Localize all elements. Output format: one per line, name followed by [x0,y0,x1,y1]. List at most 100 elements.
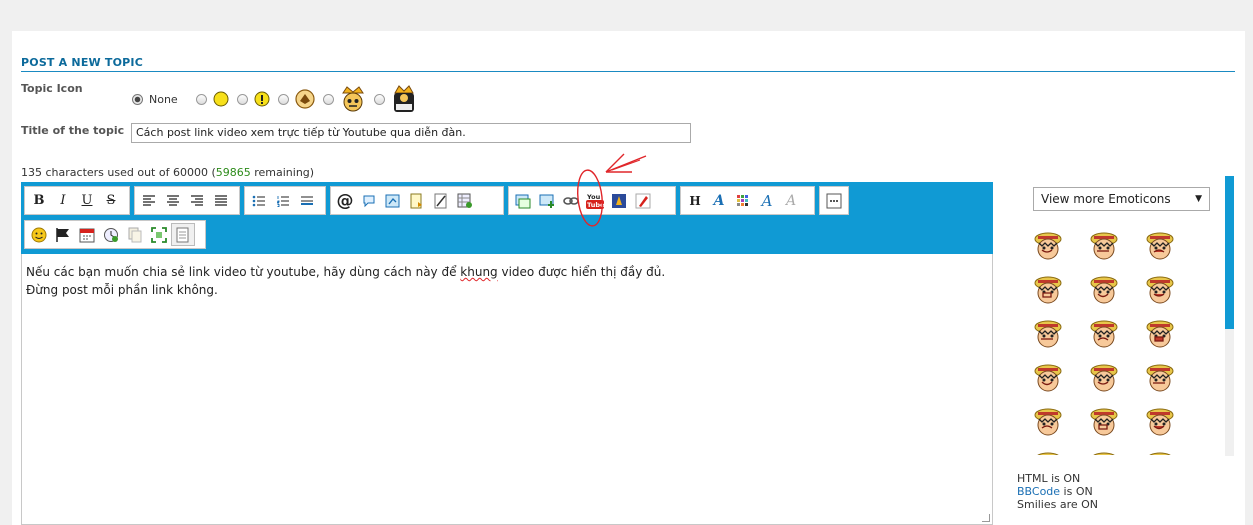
emoticon-icon[interactable] [27,223,51,246]
toolbar-group-align [134,186,240,215]
emoticon-item[interactable] [1076,269,1132,313]
yellow-smiley-icon [213,91,229,107]
youtube-icon[interactable]: You Tube [583,189,607,212]
luffy-face-icon [1090,276,1118,304]
toolbar-group-font: H A A A [680,186,815,215]
topic-icon-label: Topic Icon [21,82,83,95]
emoticon-item[interactable] [1020,445,1076,455]
luffy-face-icon [1090,408,1118,436]
html-status: HTML is ON [1017,472,1081,485]
align-right-icon[interactable] [185,189,209,212]
emoticon-item[interactable] [1132,401,1188,445]
emoticon-item[interactable] [1132,269,1188,313]
heading-icon[interactable]: H [683,189,707,212]
topic-icon-option-sunny[interactable] [373,84,417,114]
counter-remaining: 59865 [215,166,251,179]
emoticon-item[interactable] [1132,357,1188,401]
title-input[interactable]: Cách post link video xem trực tiếp từ Yo… [131,123,691,143]
radio-button[interactable] [277,93,289,105]
emoticon-item[interactable] [1020,269,1076,313]
emoticon-item[interactable] [1076,225,1132,269]
radio-button[interactable] [373,93,385,105]
emoticon-item[interactable] [1132,313,1188,357]
exclamation-icon [254,91,270,107]
more-icon[interactable] [822,189,846,212]
radio-button[interactable] [322,93,334,105]
topic-icon-option-smiley[interactable] [195,91,229,107]
at-mention-icon[interactable]: @ [333,189,357,212]
message-editor[interactable]: Nếu các bạn muốn chia sẻ link video từ y… [21,254,993,525]
emoticon-item[interactable] [1076,401,1132,445]
font-face-icon[interactable]: A [755,189,779,212]
emoticon-grid [1020,225,1190,455]
spoiler-icon[interactable] [405,189,429,212]
justify-icon[interactable] [209,189,233,212]
toolbar-group-media: You Tube [508,186,676,215]
emoticon-item[interactable] [1020,313,1076,357]
topic-icon-option-skull[interactable] [322,85,366,113]
luffy-face-icon [1146,276,1174,304]
emoticons-select-label: View more Emoticons [1041,192,1171,206]
hide-icon[interactable] [429,189,453,212]
editor-text: Nếu các bạn muốn chia sẻ link video từ y… [26,265,461,279]
luffy-face-icon [1034,276,1062,304]
topic-icon-option-exclamation[interactable] [236,91,270,107]
emoticon-item[interactable] [1132,225,1188,269]
underline-icon[interactable]: U [75,189,99,212]
link-icon[interactable] [559,189,583,212]
emoticon-item[interactable] [1076,357,1132,401]
emoticon-item[interactable] [1076,313,1132,357]
bold-icon[interactable]: B [27,189,51,212]
emoticons-select[interactable]: View more Emoticons ▼ [1033,187,1210,211]
radio-button[interactable] [132,93,143,105]
upload-image-icon[interactable] [535,189,559,212]
bbcode-link[interactable]: BBCode [1017,485,1060,498]
flash-icon[interactable] [607,189,631,212]
emoticon-item[interactable] [1020,357,1076,401]
toolbar-group-style: B I U S [24,186,130,215]
align-left-icon[interactable] [137,189,161,212]
speech-bubble-icon[interactable] [357,189,381,212]
luffy-face-icon [1034,232,1062,260]
horizontal-rule-icon[interactable] [295,189,319,212]
luffy-face-icon [1090,320,1118,348]
copy-icon[interactable] [123,223,147,246]
luffy-face-icon [1090,232,1118,260]
align-center-icon[interactable] [161,189,185,212]
radio-button[interactable] [236,93,248,105]
dropdown-arrow-icon: ▼ [1195,194,1202,204]
editor-toolbar: B I U S @ You Tube H A A A [21,182,993,254]
topic-icon-option-none[interactable]: None [132,93,188,106]
emoticon-scrollbar-thumb[interactable] [1225,176,1234,329]
fullscreen-icon[interactable] [147,223,171,246]
date-icon[interactable] [75,223,99,246]
luffy-face-icon [1093,452,1115,455]
font-size-icon[interactable]: A [707,189,731,212]
character-counter: 135 characters used out of 60000 (59865 … [21,166,314,179]
luffy-face-icon [1146,408,1174,436]
resize-handle[interactable] [982,514,990,522]
strikethrough-icon[interactable]: S [99,189,123,212]
share-icon[interactable] [381,189,405,212]
italic-icon[interactable]: I [51,189,75,212]
numbered-list-icon[interactable] [271,189,295,212]
bulleted-list-icon[interactable] [247,189,271,212]
time-icon[interactable] [99,223,123,246]
source-view-icon[interactable] [171,223,195,246]
radio-button[interactable] [195,93,207,105]
insert-image-icon[interactable] [511,189,535,212]
luffy-face-icon [1034,364,1062,392]
emoticon-item[interactable] [1076,445,1132,455]
topic-icon-options: None [132,83,425,115]
topic-icon-option-badge[interactable] [277,89,315,109]
clear-format-icon[interactable]: A [779,189,803,212]
luffy-face-icon [1146,320,1174,348]
emoticon-item[interactable] [1020,225,1076,269]
emoticon-item[interactable] [1132,445,1188,455]
luffy-face-icon [1149,452,1171,455]
table-icon[interactable] [453,189,477,212]
flag-icon[interactable] [51,223,75,246]
emoticon-item[interactable] [1020,401,1076,445]
dailymotion-icon[interactable] [631,189,655,212]
color-palette-icon[interactable] [731,189,755,212]
